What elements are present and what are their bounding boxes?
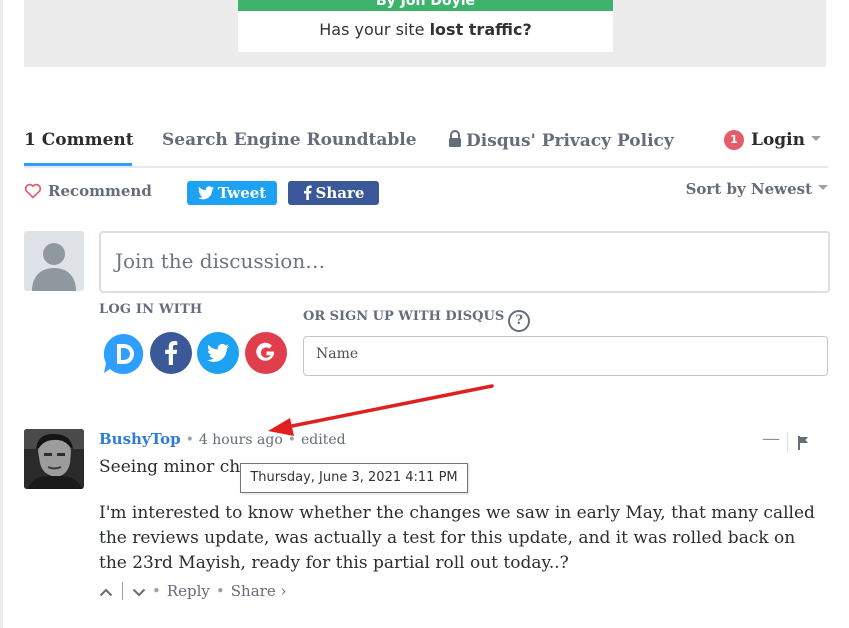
meta-separator: • xyxy=(287,432,297,448)
comment-first-line: Seeing minor cha xyxy=(99,457,251,477)
edited-label: edited xyxy=(301,432,346,448)
reply-link[interactable]: Reply xyxy=(167,582,210,600)
vote-divider xyxy=(122,582,123,600)
commenter-photo xyxy=(24,429,84,489)
meta-separator: • xyxy=(185,432,194,448)
commenter-avatar[interactable] xyxy=(24,429,84,489)
divider xyxy=(787,432,788,452)
upvote-button[interactable] xyxy=(99,583,113,601)
flag-button[interactable] xyxy=(797,435,809,454)
comment-timestamp-link[interactable]: 4 hours ago xyxy=(199,432,283,448)
timestamp-tooltip: Thursday, June 3, 2021 4:11 PM xyxy=(240,463,468,493)
chevron-up-icon xyxy=(99,588,113,597)
downvote-button[interactable] xyxy=(132,583,146,601)
comment-actions: • Reply • Share › xyxy=(99,582,286,601)
share-menu-link[interactable]: Share › xyxy=(231,582,287,600)
comment-author-link[interactable]: BushyTop xyxy=(99,430,181,448)
chevron-down-icon xyxy=(132,588,146,597)
action-separator: • xyxy=(152,582,161,600)
comment-meta: BushyTop • 4 hours ago • edited xyxy=(99,430,346,448)
action-separator: • xyxy=(215,582,225,600)
collapse-thread-button[interactable]: — xyxy=(762,428,780,449)
flag-icon xyxy=(798,436,808,450)
comment-body: I'm interested to know whether the chang… xyxy=(99,503,815,573)
